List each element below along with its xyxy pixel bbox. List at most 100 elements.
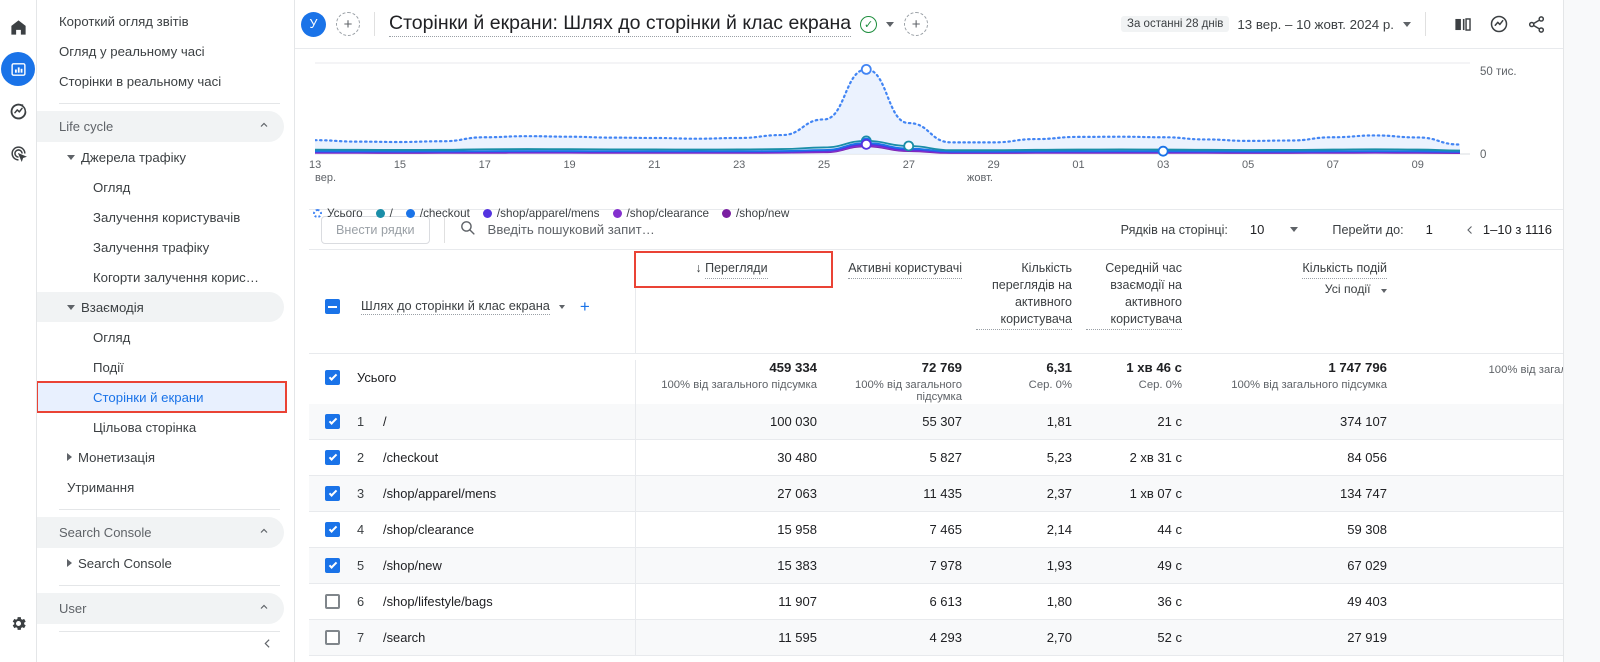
row-checkbox[interactable] [325, 594, 340, 609]
sidebar-group-engagement[interactable]: Взаємодія [37, 292, 284, 322]
sidebar-item-traffic-acquisition[interactable]: Залучення трафіку [37, 232, 284, 262]
row-events-cell: 67 029 [1347, 558, 1387, 573]
sidebar-item-realtime-overview[interactable]: Огляд у реальному часі [37, 36, 284, 66]
row-page-path[interactable]: /shop/new [383, 558, 442, 573]
table-row[interactable]: 6/shop/lifestyle/bags 11 907 6 613 1,80 36 с… [309, 584, 1586, 619]
chevron-down-icon[interactable] [1381, 289, 1387, 293]
sidebar-item-retention[interactable]: Утримання [37, 472, 284, 502]
sidebar-section-life-cycle[interactable]: Life cycle [37, 111, 284, 142]
add-comparison-button[interactable]: + [336, 12, 360, 36]
sort-arrow-icon: ↓ [695, 261, 702, 275]
column-header-event-count[interactable]: Кількість подій Усі події [1196, 260, 1401, 298]
sidebar-item-user-acquisition[interactable]: Залучення користувачів [37, 202, 284, 232]
row-checkbox[interactable] [325, 630, 340, 645]
sidebar-item-landing-page[interactable]: Цільова сторінка [37, 412, 284, 442]
row-checkbox[interactable] [325, 522, 340, 537]
account-badge[interactable]: У [301, 11, 326, 37]
row-checkbox[interactable] [325, 558, 340, 573]
x-axis-tick-label: 09 [1412, 159, 1424, 171]
settings-gear-icon[interactable] [1, 606, 35, 640]
rows-per-page-value[interactable]: 10 [1250, 222, 1264, 237]
table-row[interactable]: 1/100 030 55 307 1,81 21 с 374 107 [309, 404, 1586, 439]
page-title[interactable]: Сторінки й екрани: Шлях до сторінки й кл… [389, 12, 852, 37]
compare-icon[interactable] [1447, 9, 1477, 39]
table-row[interactable]: 4/shop/clearance 15 958 7 465 2,14 44 с 59 30… [309, 512, 1586, 547]
legend-item-5[interactable]: /shop/new [722, 207, 789, 220]
add-dimension-icon[interactable]: + [580, 298, 590, 315]
table-row[interactable]: 2/checkout 30 480 5 827 5,23 2 хв 31 с 84 056 [309, 440, 1586, 475]
legend-label: Усього [327, 207, 363, 220]
legend-item-4[interactable]: /shop/clearance [612, 207, 709, 220]
row-page-path[interactable]: / [383, 414, 387, 429]
main-content: У + Сторінки й екрани: Шлях до сторінки … [295, 0, 1600, 662]
trend-chart[interactable]: 13 15 17 19 21 23 25 27 29 01 03 05 07 09 50 тис. 0 в… [295, 49, 1600, 220]
sidebar-item-label: Залучення трафіку [93, 239, 210, 255]
legend-item-1[interactable]: / [375, 207, 393, 220]
validated-check-icon[interactable]: ✓ [860, 15, 878, 33]
row-events-cell: 134 747 [1340, 486, 1387, 501]
total-row-checkbox[interactable] [325, 370, 340, 385]
total-revenue-cell: 100% від загал [1401, 360, 1581, 376]
row-page-path[interactable]: /shop/lifestyle/bags [383, 594, 493, 609]
sidebar-group-traffic-sources[interactable]: Джерела трафіку [37, 142, 284, 172]
row-page-path[interactable]: /search [383, 630, 425, 645]
goto-input[interactable]: 1 [1426, 222, 1433, 237]
sidebar-section-user[interactable]: User [37, 593, 284, 624]
reports-icon[interactable] [1, 52, 35, 86]
sidebar-item-acquisition-cohorts[interactable]: Когорти залучення корис… [37, 262, 284, 292]
row-vpu-cell: 5,23 [1046, 450, 1072, 465]
sidebar-group-monetization[interactable]: Монетизація [37, 442, 284, 472]
column-header-views[interactable]: ↓ Перегляди [634, 251, 833, 288]
table-row[interactable]: 7/search 11 595 4 293 2,70 52 с 27 919 [309, 620, 1586, 655]
row-page-path[interactable]: /shop/apparel/mens [383, 486, 496, 501]
divider [443, 216, 445, 243]
chart-data-point [903, 140, 915, 152]
title-dropdown-icon[interactable] [886, 21, 895, 27]
dimension-dropdown-icon[interactable] [558, 304, 565, 309]
advertising-icon[interactable] [1, 136, 35, 170]
column-header-views-per-user[interactable]: Кількість переглядів на активного корист… [976, 260, 1086, 330]
sidebar-item-reports-snapshot[interactable]: Короткий огляд звітів [37, 6, 284, 36]
event-filter-selector[interactable]: Усі події [1196, 281, 1387, 298]
row-views-cell: 15 383 [777, 558, 817, 573]
table-row[interactable]: 3/shop/apparel/mens 27 063 11 435 2,37 1 хв … [309, 476, 1586, 511]
sidebar-item-label: Залучення користувачів [93, 209, 241, 225]
home-icon[interactable] [1, 10, 35, 44]
explore-icon[interactable] [1, 94, 35, 128]
page-range-label: 1–10 з 1116 [1482, 222, 1552, 237]
sidebar-section-search-console[interactable]: Search Console [37, 517, 284, 548]
sidebar-item-engagement-overview[interactable]: Огляд [37, 322, 284, 352]
sidebar-item-events[interactable]: Події [37, 352, 284, 382]
column-header-active-users[interactable]: Активні користувачі [831, 260, 976, 279]
search-input[interactable]: Введіть пошуковий запит… [459, 219, 1121, 241]
row-index: 2 [357, 450, 365, 465]
chevron-right-icon [67, 453, 72, 461]
row-page-path[interactable]: /checkout [383, 450, 438, 465]
row-checkbox[interactable] [325, 450, 340, 465]
prev-page-button[interactable] [1457, 217, 1483, 243]
add-report-button[interactable]: + [904, 12, 929, 36]
dimension-selector[interactable]: Шлях до сторінки й клас екрана [361, 298, 550, 315]
sidebar-group-search-console[interactable]: Search Console [37, 548, 284, 578]
select-all-checkbox[interactable] [325, 299, 340, 314]
row-checkbox[interactable] [325, 414, 340, 429]
rows-per-page-dropdown-icon[interactable] [1290, 227, 1299, 232]
row-checkbox[interactable] [325, 486, 340, 501]
column-header-avg-engagement-time[interactable]: Середній час взаємодії на активного кори… [1086, 260, 1196, 330]
legend-item-2[interactable]: /checkout [405, 207, 470, 220]
date-range-dropdown-icon[interactable] [1403, 21, 1411, 27]
x-axis-month-second: жовт. [967, 172, 993, 184]
date-range-label[interactable]: 13 вер. – 10 жовт. 2024 р. [1237, 17, 1394, 32]
legend-item-0[interactable]: Усього [313, 207, 363, 220]
legend-item-3[interactable]: /shop/apparel/mens [482, 207, 600, 220]
sidebar-item-pages-and-screens[interactable]: Сторінки й екрани [37, 381, 287, 413]
share-icon[interactable] [1521, 9, 1551, 39]
row-label-cell: 1/ [309, 404, 636, 439]
insights-icon[interactable] [1484, 9, 1514, 39]
collapse-sidebar-button[interactable] [254, 630, 280, 656]
sidebar-item-traffic-overview[interactable]: Огляд [37, 172, 284, 202]
date-preset-chip[interactable]: За останні 28 днів [1121, 16, 1230, 32]
sidebar-item-realtime-pages[interactable]: Сторінки в реальному часі [37, 66, 284, 96]
table-row[interactable]: 5/shop/new 15 383 7 978 1,93 49 с 67 029 [309, 548, 1586, 583]
row-page-path[interactable]: /shop/clearance [383, 522, 474, 537]
